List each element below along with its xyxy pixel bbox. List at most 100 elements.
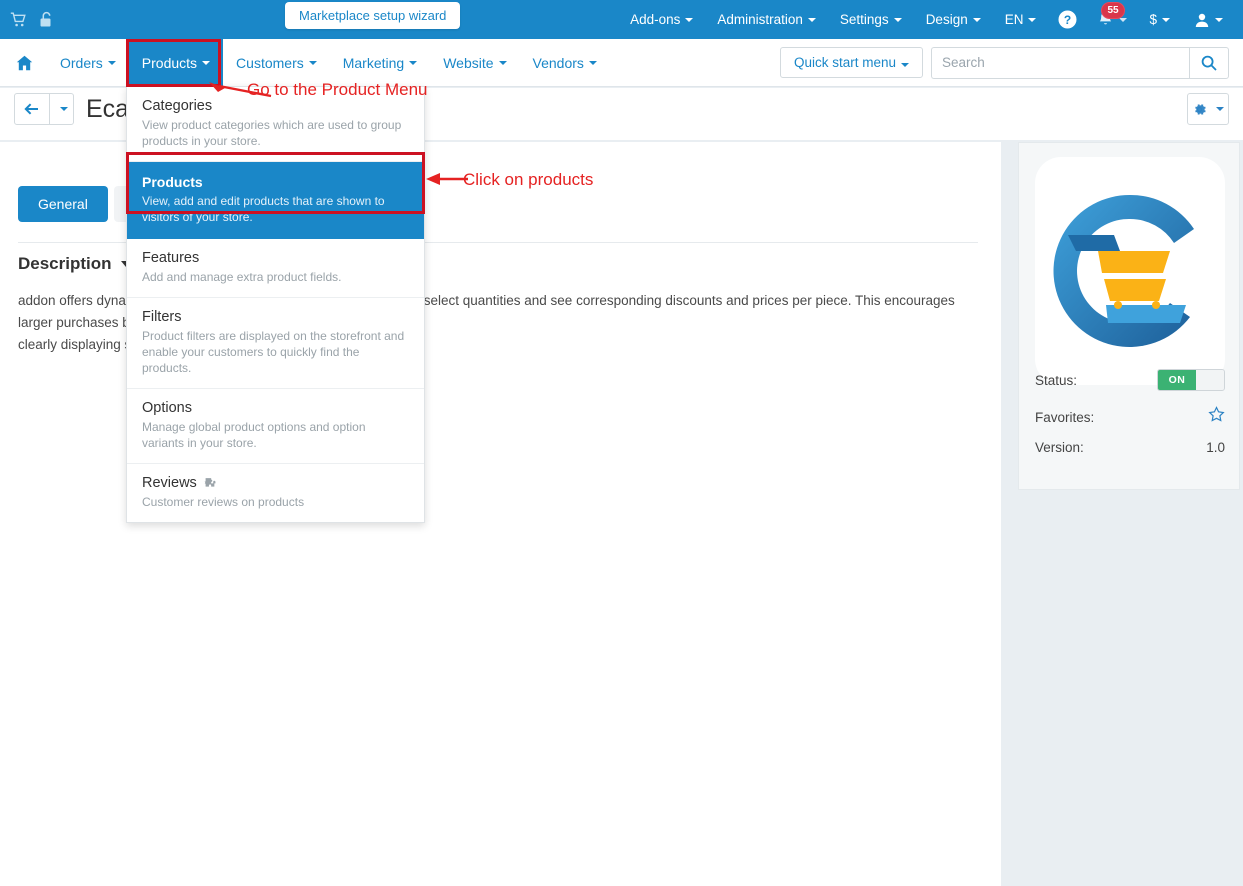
search-group <box>931 46 1229 79</box>
chevron-down-icon <box>1028 17 1037 22</box>
top-bar: Marketplace setup wizard Add-ons Adminis… <box>0 0 1243 39</box>
topbar-menu-administration-label: Administration <box>717 12 803 27</box>
annotation-product-menu: Go to the Product Menu <box>247 80 428 99</box>
version-label: Version: <box>1035 440 1084 455</box>
version-row: Version: 1.0 <box>1035 440 1225 455</box>
topbar-menu-administration[interactable]: Administration <box>705 0 828 39</box>
unlock-icon[interactable] <box>39 11 53 28</box>
help-button[interactable]: ? <box>1048 0 1087 39</box>
description-section-header[interactable]: Description <box>18 254 131 274</box>
description-section-label: Description <box>18 254 112 273</box>
topbar-menu-settings[interactable]: Settings <box>828 0 914 39</box>
topbar-menu-addons[interactable]: Add-ons <box>618 0 705 39</box>
back-button[interactable] <box>14 93 50 125</box>
dropdown-item-reviews-title: Reviews <box>142 475 197 491</box>
currency-menu[interactable]: $ <box>1137 0 1182 39</box>
search-button[interactable] <box>1189 46 1229 79</box>
version-value: 1.0 <box>1206 440 1225 455</box>
notification-count-badge: 55 <box>1101 2 1125 19</box>
chevron-down-icon <box>807 17 816 22</box>
arrow-left-icon <box>24 103 38 115</box>
dropdown-item-categories-desc: View product categories which are used t… <box>142 118 402 148</box>
status-row: Status: ON <box>1035 369 1225 391</box>
chevron-down-icon <box>498 60 507 65</box>
topbar-menu-addons-label: Add-ons <box>630 12 681 27</box>
chevron-down-icon <box>588 60 597 65</box>
quick-start-menu-button[interactable]: Quick start menu <box>779 47 923 78</box>
dropdown-item-features[interactable]: Features Add and manage extra product fi… <box>127 239 424 298</box>
annotation-click-products: Click on products <box>463 170 594 189</box>
dropdown-item-reviews-desc: Customer reviews on products <box>142 495 305 509</box>
marketplace-setup-wizard-tooltip[interactable]: Marketplace setup wizard <box>285 2 461 29</box>
home-icon <box>16 55 33 70</box>
status-label: Status: <box>1035 372 1078 388</box>
search-icon <box>1201 55 1217 71</box>
dropdown-item-options-title: Options <box>142 400 192 416</box>
nav-item-products-label: Products <box>141 54 198 71</box>
status-toggle[interactable]: ON <box>1157 369 1225 391</box>
top-bar-left-icons <box>0 11 53 28</box>
chevron-down-icon <box>1162 17 1170 22</box>
dropdown-item-options-desc: Manage global product options and option… <box>142 420 366 450</box>
nav-item-website[interactable]: Website <box>430 39 519 87</box>
chevron-down-icon <box>107 60 116 65</box>
nav-item-website-label: Website <box>443 54 494 71</box>
nav-item-marketing-label: Marketing <box>342 54 405 71</box>
chevron-down-icon <box>893 17 902 22</box>
topbar-menu-settings-label: Settings <box>839 12 889 27</box>
favorites-label: Favorites: <box>1035 409 1095 425</box>
nav-item-home[interactable] <box>0 55 47 71</box>
svg-text:?: ? <box>1064 13 1071 27</box>
nav-item-customers-label: Customers <box>236 54 304 71</box>
tab-general[interactable]: General <box>18 186 108 222</box>
topbar-menu-design-label: Design <box>925 12 968 27</box>
account-menu[interactable] <box>1182 0 1235 39</box>
chevron-down-icon <box>1119 17 1128 22</box>
dropdown-item-products-title: Products <box>142 174 203 190</box>
products-dropdown-menu: Categories View product categories which… <box>126 86 425 523</box>
chevron-down-icon <box>409 60 418 65</box>
chevron-down-icon <box>60 107 68 111</box>
favorites-row: Favorites: <box>1035 406 1225 428</box>
settings-gear-button[interactable] <box>1187 93 1229 125</box>
ecart-logo <box>1053 194 1194 347</box>
status-toggle-knob <box>1196 370 1224 390</box>
dropdown-item-products-desc: View, add and edit products that are sho… <box>142 194 385 224</box>
chevron-down-icon <box>1215 17 1223 22</box>
currency-label: $ <box>1149 12 1157 27</box>
nav-item-orders-label: Orders <box>60 54 103 71</box>
nav-item-vendors[interactable]: Vendors <box>520 39 610 87</box>
topbar-menu-design[interactable]: Design <box>914 0 993 39</box>
nav-item-vendors-label: Vendors <box>532 54 584 71</box>
puzzle-piece-icon <box>203 477 216 487</box>
chevron-down-icon <box>202 60 211 65</box>
dropdown-item-filters-title: Filters <box>142 309 182 325</box>
nav-item-products[interactable]: Products <box>128 38 224 87</box>
dropdown-item-categories-title: Categories <box>142 98 213 114</box>
addon-info-panel: Status: ON Favorites: Version: 1.0 <box>1018 142 1240 490</box>
chevron-down-icon <box>308 60 317 65</box>
top-bar-menus: Add-ons Administration Settings Design E… <box>618 0 1243 39</box>
cart-icon[interactable] <box>10 12 27 28</box>
topbar-menu-language[interactable]: EN <box>993 0 1049 39</box>
addon-logo-box <box>1035 157 1225 385</box>
help-circle-icon: ? <box>1058 10 1077 29</box>
dropdown-item-filters-desc: Product filters are displayed on the sto… <box>142 329 405 375</box>
chevron-down-icon <box>1216 107 1224 111</box>
dropdown-item-filters[interactable]: Filters Product filters are displayed on… <box>127 298 424 389</box>
star-outline-icon[interactable] <box>1208 406 1225 428</box>
user-icon <box>1195 13 1209 27</box>
search-input[interactable] <box>931 46 1189 79</box>
back-dropdown-button[interactable] <box>50 93 74 125</box>
chevron-down-icon <box>901 63 909 67</box>
gear-icon <box>1195 103 1206 115</box>
dropdown-item-products[interactable]: Products View, add and edit products tha… <box>127 162 424 239</box>
back-button-group <box>14 93 74 125</box>
notifications-button[interactable]: 55 <box>1087 0 1137 39</box>
dropdown-item-reviews-title-wrap: Reviews <box>142 475 409 491</box>
nav-item-orders[interactable]: Orders <box>47 39 129 87</box>
chevron-down-icon <box>972 17 981 22</box>
dropdown-item-reviews[interactable]: Reviews Customer reviews on products <box>127 464 424 522</box>
dropdown-item-features-desc: Add and manage extra product fields. <box>142 270 342 284</box>
dropdown-item-options[interactable]: Options Manage global product options an… <box>127 389 424 464</box>
